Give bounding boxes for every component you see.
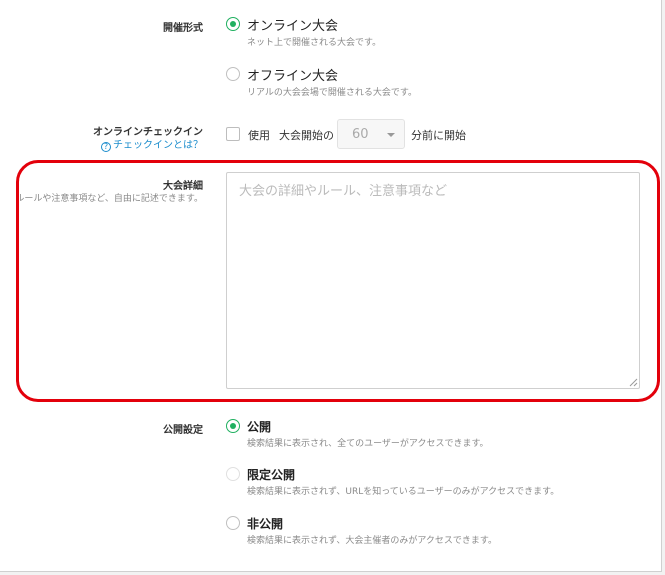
visibility-public-label[interactable]: 公開 — [247, 418, 271, 435]
format-label: 開催形式 — [163, 23, 203, 34]
chevron-down-icon — [387, 133, 395, 137]
checkin-minutes-value: 60 — [352, 127, 369, 142]
visibility-private-desc: 検索結果に表示されず、大会主催者のみがアクセスできます。 — [247, 536, 498, 546]
format-online-label[interactable]: オンライン大会 — [247, 15, 338, 34]
checkin-minutes-select[interactable]: 60 — [337, 119, 405, 149]
settings-form: 開催形式 オンライン大会 ネット上で開催される大会です。 オフライン大会 リアル… — [0, 0, 662, 572]
checkin-use-label[interactable]: 使用 — [248, 127, 270, 143]
visibility-private-radio[interactable] — [226, 516, 240, 530]
format-online-desc: ネット上で開催される大会です。 — [247, 38, 382, 48]
checkin-before-label: 大会開始の — [279, 129, 334, 142]
visibility-limited-label[interactable]: 限定公開 — [247, 466, 295, 483]
format-offline-label[interactable]: オフライン大会 — [247, 65, 338, 84]
visibility-private-label[interactable]: 非公開 — [247, 515, 283, 532]
question-icon: ? — [101, 142, 111, 152]
checkin-after-label: 分前に開始 — [411, 129, 466, 142]
resize-grip-icon[interactable] — [628, 377, 638, 387]
visibility-limited-desc: 検索結果に表示されず、URLを知っているユーザーのみがアクセスできます。 — [247, 487, 560, 497]
details-textarea[interactable] — [226, 172, 640, 389]
format-offline-desc: リアルの大会会場で開催される大会です。 — [247, 88, 418, 98]
visibility-limited-radio[interactable] — [226, 467, 240, 481]
checkin-help-text: チェックインとは？ — [113, 140, 203, 151]
format-offline-radio[interactable] — [226, 67, 240, 81]
details-sublabel: ルールや注意事項など、自由に記述できます。 — [15, 194, 203, 204]
format-online-radio[interactable] — [226, 17, 240, 31]
checkin-help-link[interactable]: ? チェックインとは？ — [101, 136, 203, 152]
checkin-use-checkbox[interactable] — [226, 127, 240, 141]
visibility-public-desc: 検索結果に表示され、全てのユーザーがアクセスできます。 — [247, 439, 489, 449]
visibility-public-radio[interactable] — [226, 419, 240, 433]
details-label: 大会詳細 — [163, 181, 203, 192]
visibility-label: 公開設定 — [163, 425, 203, 436]
